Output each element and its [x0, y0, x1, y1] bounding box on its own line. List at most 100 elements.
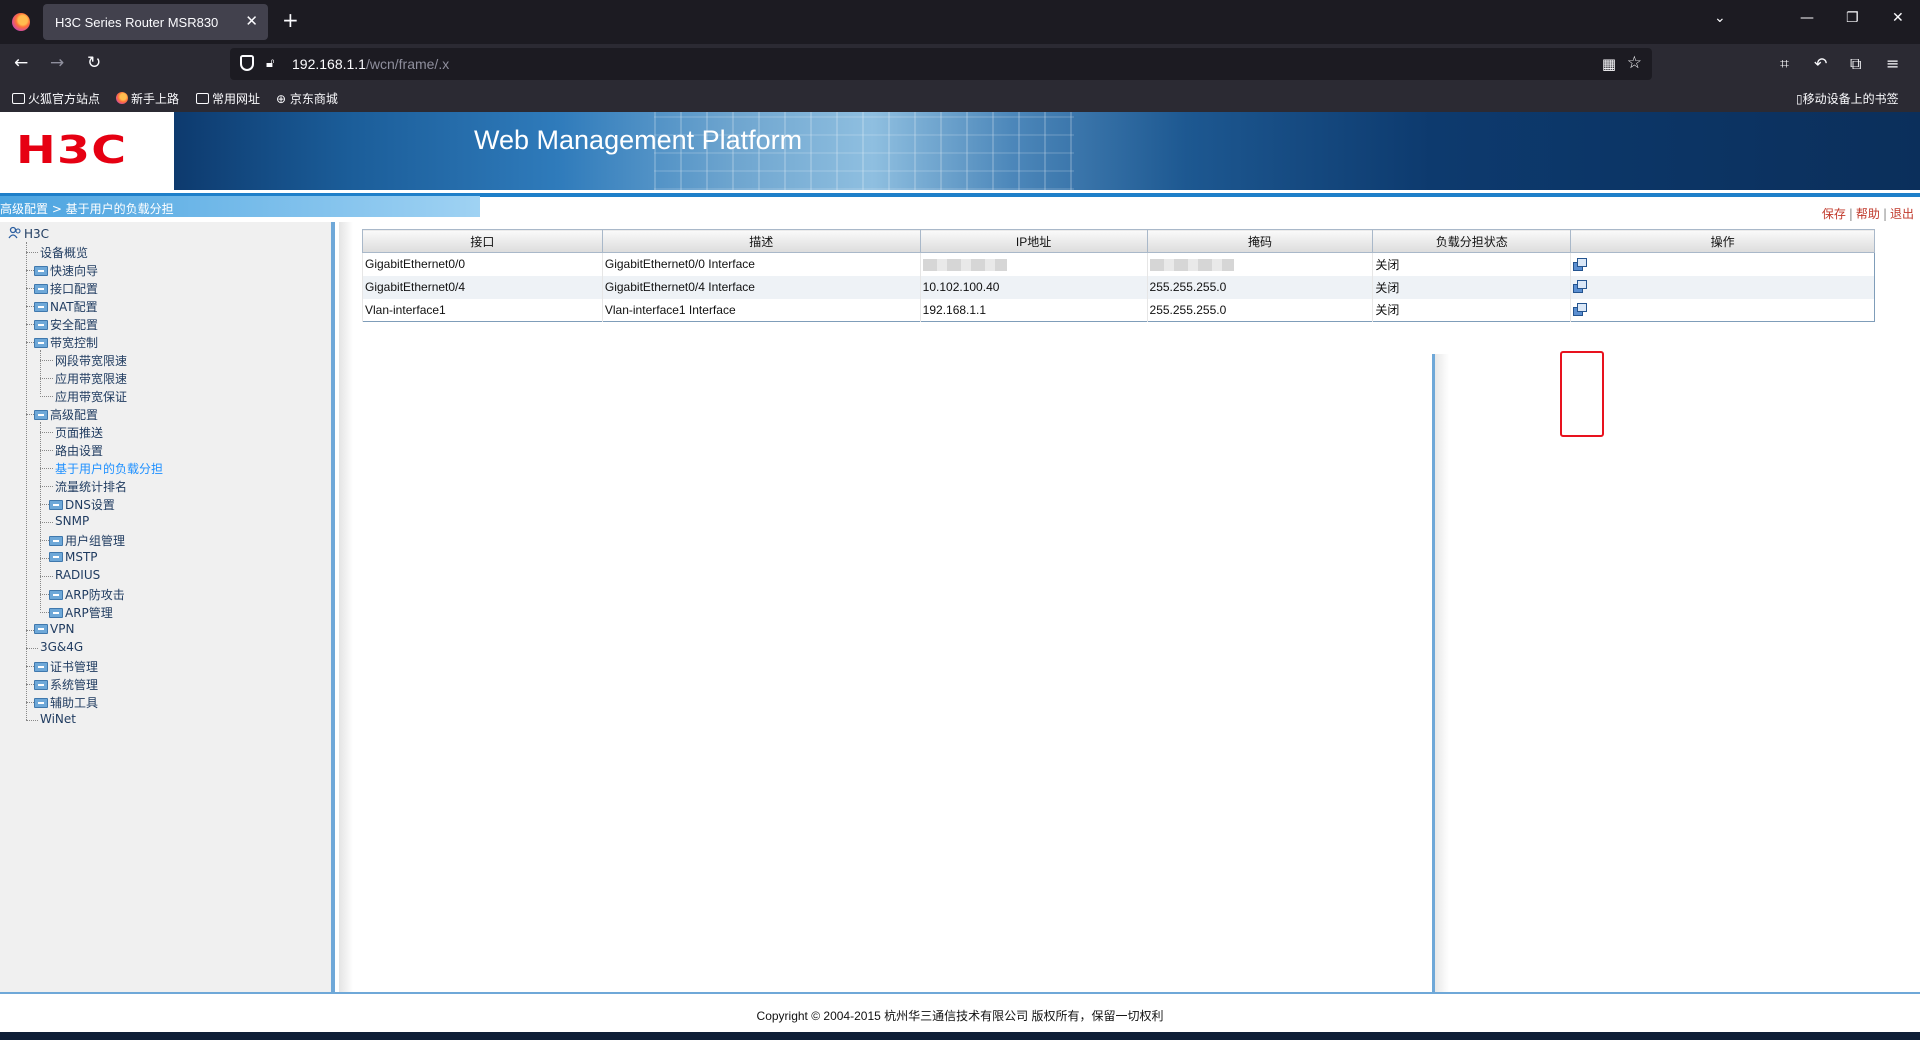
sidebar-item[interactable]: MSTP: [49, 550, 98, 564]
sidebar-item[interactable]: SNMP: [55, 514, 89, 528]
column-header: 描述: [601, 229, 921, 253]
sidebar-item[interactable]: 安全配置: [34, 316, 98, 333]
frame-shadow: [339, 222, 353, 992]
sidebar-item[interactable]: 应用带宽保证: [55, 388, 127, 405]
table-row: GigabitEthernet0/0 GigabitEthernet0/0 In…: [362, 252, 1875, 276]
close-window-icon[interactable]: ✕: [1892, 10, 1904, 26]
extensions-icon[interactable]: ⧉: [1850, 54, 1861, 74]
sidebar-item[interactable]: 高级配置: [34, 406, 98, 423]
sidebar-item[interactable]: 用户组管理: [49, 532, 125, 549]
content-area: 接口 描述 IP地址 掩码 负载分担状态 操作 GigabitEthernet0…: [339, 222, 1920, 992]
browser-tab[interactable]: H3C Series Router MSR830 ✕: [43, 4, 268, 40]
mobile-bookmarks[interactable]: ▯移动设备上的书签: [1796, 90, 1899, 107]
logout-link[interactable]: 退出: [1890, 207, 1914, 221]
globe-icon: ⊕: [276, 92, 290, 106]
page: H3C Web Management Platform 高级配置 > 基于用户的…: [0, 112, 1920, 1037]
qr-code-icon[interactable]: ▦: [1602, 55, 1616, 73]
shield-icon[interactable]: [240, 55, 254, 71]
cell-mask: [1146, 252, 1373, 276]
bookmark-star-icon[interactable]: ☆: [1627, 53, 1642, 73]
undo-icon[interactable]: ↶: [1814, 54, 1827, 73]
help-link[interactable]: 帮助: [1856, 207, 1880, 221]
breadcrumb: 高级配置 > 基于用户的负载分担: [0, 202, 174, 216]
back-icon[interactable]: ←: [14, 53, 28, 73]
close-icon[interactable]: ✕: [245, 12, 258, 30]
tree-connector: [40, 576, 53, 577]
menu-icon[interactable]: ≡: [1886, 54, 1899, 73]
tree-connector: [40, 522, 53, 523]
taskbar-strip: [0, 1032, 1920, 1040]
lock-icon[interactable]: 🔓︎: [266, 56, 274, 71]
sidebar-item[interactable]: 网段带宽限速: [55, 352, 127, 369]
sidebar-item[interactable]: 快速向导: [34, 262, 98, 279]
folder-icon: [34, 302, 48, 312]
sidebar-item[interactable]: DNS设置: [49, 496, 115, 513]
tree-connector: [26, 242, 27, 720]
sidebar-item[interactable]: 基于用户的负载分担: [55, 460, 163, 477]
sidebar-item[interactable]: RADIUS: [55, 568, 100, 582]
footer: Copyright © 2004-2015 杭州华三通信技术有限公司 版权所有，…: [0, 992, 1920, 1037]
sidebar-item[interactable]: 带宽控制: [34, 334, 98, 351]
minimize-icon[interactable]: —: [1800, 10, 1814, 26]
folder-icon: [34, 320, 48, 330]
edit-icon[interactable]: [1573, 257, 1588, 272]
url-bar[interactable]: 🔓︎ 192.168.1.1/wcn/frame/.x ▦ ☆: [230, 48, 1652, 80]
sidebar-item[interactable]: 路由设置: [55, 442, 103, 459]
sidebar-item[interactable]: 页面推送: [55, 424, 103, 441]
screenshot-icon[interactable]: ⌗: [1780, 54, 1789, 74]
tree-connector: [26, 720, 38, 721]
bookmark-item[interactable]: 新手上路: [116, 90, 179, 107]
folder-icon: [49, 590, 63, 600]
tree-connector: [26, 648, 38, 649]
forward-icon[interactable]: →: [50, 53, 64, 73]
breadcrumb-bar: 高级配置 > 基于用户的负载分担 保存 | 帮助 | 退出: [0, 190, 1920, 221]
restore-icon[interactable]: ❐: [1846, 10, 1859, 26]
sidebar-root[interactable]: H3C: [8, 226, 49, 241]
edit-icon[interactable]: [1573, 303, 1588, 317]
tree-connector: [40, 468, 53, 469]
chevron-down-icon[interactable]: ⌄: [1714, 10, 1726, 26]
sidebar-item[interactable]: 系统管理: [34, 676, 98, 693]
sidebar-item[interactable]: 接口配置: [34, 280, 98, 297]
bookmark-item[interactable]: 火狐官方站点: [12, 90, 100, 107]
cell-action: [1570, 252, 1875, 276]
sidebar-item[interactable]: 应用带宽限速: [55, 370, 127, 387]
cell-ip: 10.102.100.40: [919, 275, 1148, 299]
sidebar-item[interactable]: 辅助工具: [34, 694, 98, 711]
reload-icon[interactable]: ↻: [87, 53, 101, 73]
cell-interface: GigabitEthernet0/0: [362, 252, 603, 276]
tree-connector: [40, 378, 53, 379]
table-row: Vlan-interface1 Vlan-interface1 Interfac…: [362, 298, 1875, 322]
sidebar-item[interactable]: 流量统计排名: [55, 478, 127, 495]
edit-icon[interactable]: [1573, 280, 1588, 294]
save-link[interactable]: 保存: [1822, 207, 1846, 221]
copyright-text: Copyright © 2004-2015 杭州华三通信技术有限公司 版权所有，…: [756, 1009, 1164, 1023]
sidebar-item[interactable]: 证书管理: [34, 658, 98, 675]
frame-shadow: [1435, 354, 1449, 992]
sidebar-item[interactable]: NAT配置: [34, 298, 98, 315]
bookmark-item[interactable]: 常用网址: [196, 90, 260, 107]
folder-icon: [34, 410, 48, 420]
cell-mask: 255.255.255.0: [1146, 298, 1373, 322]
firefox-icon: [116, 92, 128, 104]
sidebar-item[interactable]: WiNet: [40, 712, 76, 726]
sidebar-item[interactable]: ARP管理: [49, 604, 113, 621]
sidebar-item[interactable]: VPN: [34, 622, 74, 636]
url-text[interactable]: 192.168.1.1/wcn/frame/.x: [292, 56, 449, 72]
cell-status: 关闭: [1372, 252, 1571, 276]
sidebar-item[interactable]: 设备概览: [40, 244, 88, 261]
sidebar-item[interactable]: 3G&4G: [40, 640, 83, 654]
browser-tabbar: H3C Series Router MSR830 ✕ + ⌄ — ❐ ✕: [0, 0, 1920, 44]
tree-connector: [40, 350, 41, 394]
bookmark-item[interactable]: ⊕ 京东商城: [276, 90, 338, 107]
tree-connector: [40, 396, 53, 397]
logo-box: H3C: [0, 112, 174, 190]
new-tab-button[interactable]: +: [282, 8, 299, 32]
breadcrumb-bg: 高级配置 > 基于用户的负载分担: [0, 193, 480, 217]
sidebar-item[interactable]: ARP防攻击: [49, 586, 125, 603]
tree-connector: [40, 486, 53, 487]
page-title: Web Management Platform: [474, 125, 803, 155]
column-header: 掩码: [1146, 229, 1374, 253]
cell-interface: GigabitEthernet0/4: [362, 275, 603, 299]
header-banner: Web Management Platform: [174, 112, 1920, 190]
